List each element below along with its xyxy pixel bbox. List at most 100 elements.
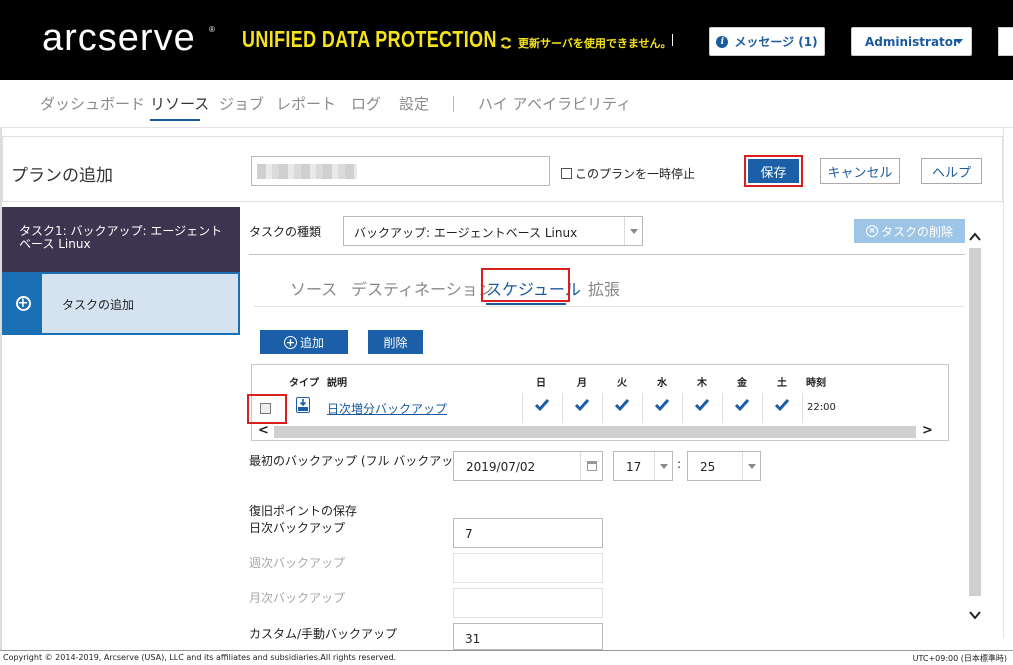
tab-schedule-highlight bbox=[481, 268, 570, 302]
minute-select[interactable]: 25 bbox=[687, 451, 761, 481]
column-header-sat: 土 bbox=[777, 378, 787, 389]
first-backup-date-input[interactable]: 2019/07/02 bbox=[453, 451, 603, 481]
delete-task-button[interactable]: × タスクの削除 bbox=[854, 219, 965, 243]
column-header-thu: 木 bbox=[697, 378, 707, 389]
save-label: 保存 bbox=[748, 159, 799, 183]
tab-source[interactable]: ソース bbox=[290, 276, 337, 300]
cell-divider bbox=[722, 393, 723, 423]
hour-select[interactable]: 17 bbox=[613, 451, 673, 481]
scroll-right-icon[interactable]: > bbox=[922, 423, 933, 438]
check-icon bbox=[614, 399, 630, 412]
chevron-down-icon[interactable] bbox=[624, 217, 642, 245]
nav-settings[interactable]: 設定 bbox=[399, 93, 429, 114]
column-header-mon: 月 bbox=[577, 378, 587, 389]
task-label-line2: ベース Linux bbox=[19, 237, 91, 251]
update-server-status[interactable]: 更新サーバを使用できません。 bbox=[499, 35, 672, 51]
plan-name-input[interactable] bbox=[251, 156, 550, 186]
task-type-label: タスクの種類 bbox=[249, 225, 322, 239]
cancel-button[interactable]: キャンセル bbox=[820, 158, 900, 184]
main-nav: ダッシュボード リソース ジョブ レポート ログ 設定 ハイ アベイラビリティ bbox=[0, 80, 1013, 128]
nav-logs[interactable]: ログ bbox=[351, 93, 381, 114]
nav-separator bbox=[453, 96, 454, 112]
add-schedule-button[interactable]: + 追加 bbox=[260, 330, 348, 354]
top-bar: arcserve ® UNIFIED DATA PROTECTION 更新サーバ… bbox=[0, 0, 1013, 80]
pause-plan-checkbox[interactable]: このプランを一時停止 bbox=[561, 165, 695, 182]
scrollbar-track[interactable] bbox=[274, 426, 916, 438]
refresh-icon bbox=[500, 37, 512, 49]
time-colon: : bbox=[677, 457, 682, 471]
column-header-fri: 金 bbox=[737, 378, 747, 389]
column-header-time: 時刻 bbox=[806, 378, 826, 389]
column-header-type: タイプ bbox=[289, 378, 319, 389]
column-header-wed: 水 bbox=[657, 378, 667, 389]
checkbox-highlight bbox=[247, 394, 287, 424]
vertical-scrollbar[interactable] bbox=[966, 222, 985, 632]
blurred-plan-name bbox=[257, 164, 357, 179]
schedule-description-link[interactable]: 日次増分バックアップ bbox=[327, 400, 447, 417]
product-name: UNIFIED DATA PROTECTION bbox=[242, 26, 497, 52]
chevron-down-icon[interactable] bbox=[968, 608, 982, 622]
column-header-sun: 日 bbox=[536, 378, 546, 389]
daily-backup-input[interactable]: 7 bbox=[453, 518, 603, 548]
header-separator bbox=[672, 34, 673, 46]
tabs-divider bbox=[254, 306, 964, 307]
pause-label: このプランを一時停止 bbox=[575, 167, 696, 181]
scrollbar-track[interactable] bbox=[969, 248, 981, 596]
horizontal-scrollbar[interactable]: < > bbox=[252, 423, 948, 440]
chevron-up-icon[interactable] bbox=[968, 230, 982, 244]
sidebar-task-1[interactable]: タスク1: バックアップ: エージェント ベース Linux bbox=[2, 207, 240, 272]
check-icon bbox=[774, 399, 790, 412]
custom-backup-input[interactable]: 31 bbox=[453, 623, 603, 650]
nav-resources[interactable]: リソース bbox=[150, 93, 209, 114]
first-backup-date: 2019/07/02 bbox=[466, 460, 536, 474]
divider bbox=[249, 254, 965, 255]
check-icon bbox=[694, 399, 710, 412]
add-task-button[interactable]: + タスクの追加 bbox=[2, 272, 240, 335]
caret-down-icon bbox=[955, 39, 963, 44]
monthly-backup-label: 月次バックアップ bbox=[249, 591, 346, 605]
cell-divider bbox=[562, 393, 563, 423]
task-type-value: バックアップ: エージェントベース Linux bbox=[354, 226, 578, 240]
help-button[interactable]: ヘルプ bbox=[921, 158, 982, 184]
nav-high-availability[interactable]: ハイ アベイラビリティ bbox=[478, 93, 631, 114]
plus-circle-icon: + bbox=[15, 296, 31, 311]
calendar-icon[interactable] bbox=[580, 452, 602, 480]
cell-divider bbox=[642, 393, 643, 423]
check-icon bbox=[734, 399, 750, 412]
check-icon bbox=[654, 399, 670, 412]
nav-dashboard[interactable]: ダッシュボード bbox=[40, 93, 145, 114]
user-menu-button[interactable]: Administrator bbox=[851, 27, 972, 56]
nav-jobs[interactable]: ジョブ bbox=[219, 93, 264, 114]
minute-value: 25 bbox=[700, 460, 716, 474]
close-circle-icon: × bbox=[865, 225, 878, 237]
daily-backup-label: 日次バックアップ bbox=[249, 521, 346, 535]
user-label: Administrator bbox=[865, 34, 959, 49]
schedule-time: 22:00 bbox=[807, 402, 836, 413]
tab-active-indicator bbox=[486, 303, 566, 305]
tab-advanced[interactable]: 拡張 bbox=[588, 276, 620, 300]
chevron-down-icon[interactable] bbox=[742, 452, 760, 480]
cell-divider bbox=[802, 393, 803, 423]
monthly-backup-input bbox=[453, 588, 603, 618]
cell-divider bbox=[602, 393, 603, 423]
delete-schedule-button[interactable]: 削除 bbox=[368, 330, 423, 354]
tab-destination[interactable]: デスティネーション bbox=[351, 276, 494, 300]
column-header-tue: 火 bbox=[617, 378, 627, 389]
messages-button[interactable]: i メッセージ (1) bbox=[709, 27, 825, 56]
backup-type-icon bbox=[296, 397, 310, 413]
custom-backup-label: カスタム/手動バックアップ bbox=[249, 627, 398, 641]
save-button[interactable]: 保存 bbox=[744, 155, 803, 187]
cell-divider bbox=[682, 393, 683, 423]
column-header-description: 説明 bbox=[327, 378, 347, 389]
messages-label: メッセージ (1) bbox=[734, 35, 818, 49]
retention-heading: 復旧ポイントの保存 bbox=[249, 504, 358, 518]
chevron-down-icon[interactable] bbox=[654, 452, 672, 480]
task-type-select[interactable]: バックアップ: エージェントベース Linux bbox=[343, 216, 643, 246]
nav-reports[interactable]: レポート bbox=[276, 93, 336, 114]
hour-value: 17 bbox=[626, 460, 642, 474]
add-task-label: タスクの追加 bbox=[62, 298, 135, 312]
checkbox-box[interactable] bbox=[561, 168, 572, 179]
overflow-button[interactable] bbox=[998, 27, 1013, 56]
weekly-backup-label: 週次バックアップ bbox=[249, 556, 346, 570]
scroll-left-icon[interactable]: < bbox=[258, 423, 269, 438]
